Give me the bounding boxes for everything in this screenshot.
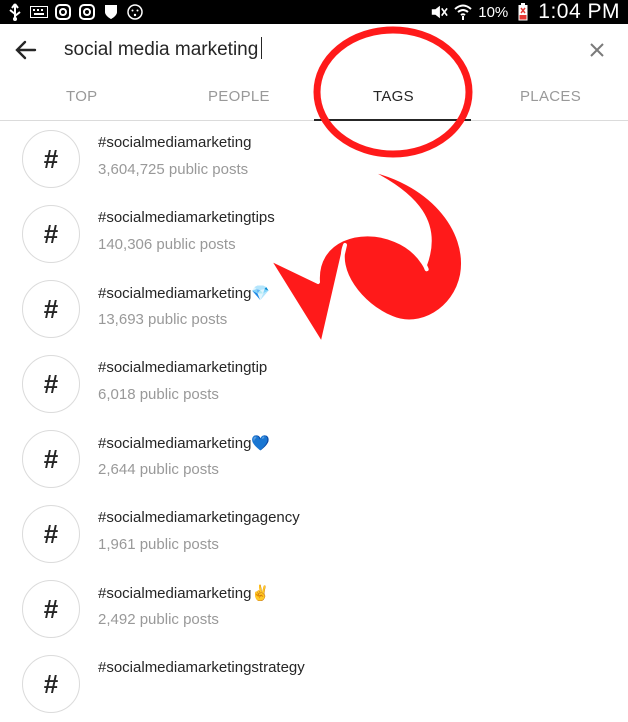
post-count: 1,961 public posts xyxy=(98,536,219,553)
mute-icon xyxy=(430,3,448,21)
battery-percent: 10% xyxy=(478,3,509,21)
status-bar: 10% 1:04 PM xyxy=(0,0,628,24)
tab-tags[interactable]: TAGS xyxy=(373,88,414,105)
clear-search-icon[interactable] xyxy=(585,38,609,62)
wifi-icon xyxy=(454,3,472,21)
notification-icons xyxy=(6,3,144,21)
search-tabs: TOP PEOPLE TAGS PLACES xyxy=(0,76,628,121)
hashtag-icon: # xyxy=(22,505,80,563)
tab-places[interactable]: PLACES xyxy=(520,88,581,105)
tag-name: #socialmediamarketingtips xyxy=(98,209,275,226)
list-item[interactable]: # #socialmediamarketingtips 140,306 publ… xyxy=(0,197,628,272)
list-item[interactable]: # #socialmediamarketing💎 13,693 public p… xyxy=(0,272,628,347)
hashtag-icon: # xyxy=(22,580,80,638)
post-count: 13,693 public posts xyxy=(98,311,228,328)
post-count: 6,018 public posts xyxy=(98,386,219,403)
tab-people[interactable]: PEOPLE xyxy=(208,88,270,105)
hashtag-icon: # xyxy=(22,205,80,263)
hashtag-icon: # xyxy=(22,355,80,413)
post-count: 2,644 public posts xyxy=(98,461,219,478)
tag-name: #socialmediamarketingstrategy xyxy=(98,659,305,676)
post-count: 140,306 public posts xyxy=(98,236,236,253)
tab-top[interactable]: TOP xyxy=(66,88,97,105)
tag-name: #socialmediamarketing💎 xyxy=(98,285,271,302)
list-item[interactable]: # #socialmediamarketing✌️ 2,492 public p… xyxy=(0,572,628,647)
hashtag-icon: # xyxy=(22,655,80,713)
hashtag-icon: # xyxy=(22,430,80,488)
tag-name: #socialmediamarketing✌️ xyxy=(98,585,271,602)
back-arrow-icon[interactable] xyxy=(12,36,40,64)
list-item[interactable]: # #socialmediamarketing💙 2,644 public po… xyxy=(0,422,628,497)
battery-low-icon xyxy=(514,3,532,21)
usb-icon xyxy=(6,3,24,21)
instagram-icon xyxy=(54,3,72,21)
post-count: 2,492 public posts xyxy=(98,611,219,628)
tag-name: #socialmediamarketingtip xyxy=(98,359,268,376)
shield-icon xyxy=(102,3,120,21)
search-input[interactable] xyxy=(64,36,264,64)
hashtag-icon: # xyxy=(22,280,80,338)
instagram-icon xyxy=(78,3,96,21)
search-header xyxy=(0,24,628,76)
post-count: 3,604,725 public posts xyxy=(98,161,249,178)
tag-name: #socialmediamarketing xyxy=(98,134,252,151)
list-item[interactable]: # #socialmediamarketingagency 1,961 publ… xyxy=(0,497,628,572)
text-cursor xyxy=(261,37,262,59)
list-item[interactable]: # #socialmediamarketingtip 6,018 public … xyxy=(0,347,628,422)
system-status: 10% 1:04 PM xyxy=(430,0,620,24)
keyboard-icon xyxy=(30,3,48,21)
list-item[interactable]: # #socialmediamarketing 3,604,725 public… xyxy=(0,122,628,197)
list-item[interactable]: # #socialmediamarketingstrategy xyxy=(0,647,628,722)
clock: 1:04 PM xyxy=(538,0,620,23)
tag-name: #socialmediamarketingagency xyxy=(98,509,300,526)
hashtag-icon: # xyxy=(22,130,80,188)
active-tab-indicator xyxy=(314,119,471,121)
tag-name: #socialmediamarketing💙 xyxy=(98,435,271,452)
face-icon xyxy=(126,3,144,21)
